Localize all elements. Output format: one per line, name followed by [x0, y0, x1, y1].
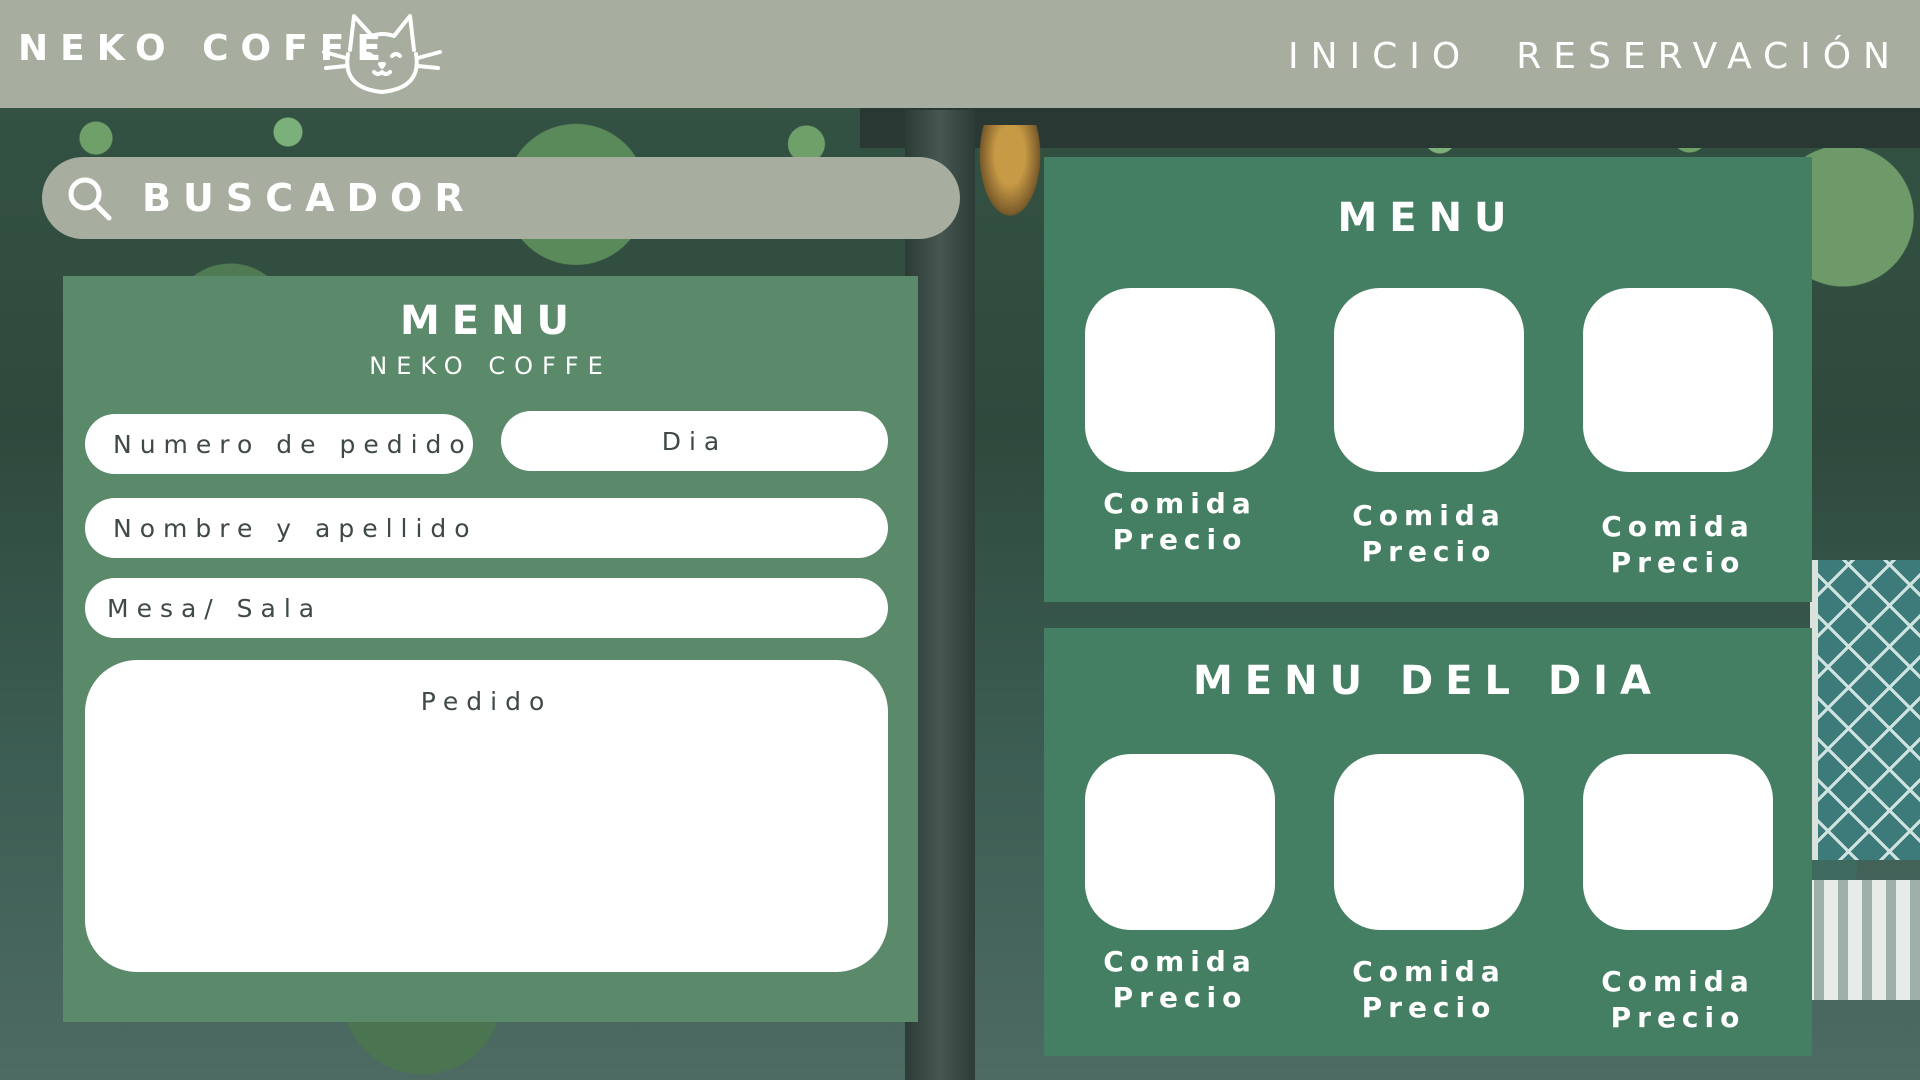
menu-item-caption: Comida Precio [1583, 964, 1773, 1036]
order-form-panel: MENU NEKO COFFE [63, 276, 918, 1022]
menu-item-caption: Comida Precio [1085, 486, 1275, 558]
menu-panel-title: MENU [1337, 195, 1519, 241]
menu-del-dia-panel: MENU DEL DIA Comida Precio Comida Precio… [1044, 628, 1812, 1056]
top-header: NEKO COFFE INICIO RESERVACIÓN [0, 0, 1920, 108]
menu-panel: MENU Comida Precio Comida Precio Comida … [1044, 157, 1812, 602]
order-form-title: MENU [399, 298, 582, 344]
menu-item-image[interactable] [1583, 754, 1773, 930]
full-name-field[interactable] [85, 498, 888, 558]
order-details-textarea[interactable] [85, 660, 888, 972]
search-bar [42, 157, 960, 239]
menu-item-image[interactable] [1334, 754, 1524, 930]
menu-item-price: Precio [1361, 535, 1497, 568]
order-form-subtitle: NEKO COFFE [369, 352, 612, 380]
balcony-railing [1800, 880, 1920, 1000]
menu-item[interactable]: Comida Precio [1085, 288, 1275, 558]
menu-item-caption: Comida Precio [1085, 944, 1275, 1016]
bell-decoration [975, 125, 1045, 225]
nav-inicio-link[interactable]: INICIO [1288, 36, 1472, 77]
menu-item-name: Comida [1601, 965, 1755, 998]
menu-item-image[interactable] [1334, 288, 1524, 472]
order-number-field[interactable] [85, 414, 473, 474]
menu-item-image[interactable] [1085, 288, 1275, 472]
menu-del-dia-title: MENU DEL DIA [1193, 658, 1663, 704]
menu-item-name: Comida [1352, 499, 1506, 532]
nav-reservacion-link[interactable]: RESERVACIÓN [1516, 36, 1902, 77]
daily-menu-item[interactable]: Comida Precio [1334, 754, 1524, 1026]
table-room-field[interactable] [85, 578, 888, 638]
menu-item-price: Precio [1112, 981, 1248, 1014]
day-field[interactable] [501, 411, 888, 471]
search-input[interactable] [114, 157, 960, 239]
menu-item-image[interactable] [1583, 288, 1773, 472]
menu-item[interactable]: Comida Precio [1583, 288, 1773, 581]
menu-item[interactable]: Comida Precio [1334, 288, 1524, 570]
menu-item-price: Precio [1610, 546, 1746, 579]
main-nav: INICIO RESERVACIÓN [1288, 36, 1902, 77]
menu-item-price: Precio [1361, 991, 1497, 1024]
search-icon[interactable] [64, 173, 114, 223]
menu-item-name: Comida [1103, 487, 1257, 520]
menu-item-price: Precio [1610, 1001, 1746, 1034]
daily-menu-item[interactable]: Comida Precio [1583, 754, 1773, 1036]
menu-item-caption: Comida Precio [1334, 498, 1524, 570]
menu-item-image[interactable] [1085, 754, 1275, 930]
menu-item-caption: Comida Precio [1334, 954, 1524, 1026]
daily-menu-item[interactable]: Comida Precio [1085, 754, 1275, 1016]
menu-item-name: Comida [1352, 955, 1506, 988]
menu-item-caption: Comida Precio [1583, 509, 1773, 581]
menu-item-price: Precio [1112, 523, 1248, 556]
menu-item-name: Comida [1601, 510, 1755, 543]
menu-item-name: Comida [1103, 945, 1257, 978]
lattice-window [1810, 560, 1920, 860]
cat-face-icon [322, 14, 442, 94]
